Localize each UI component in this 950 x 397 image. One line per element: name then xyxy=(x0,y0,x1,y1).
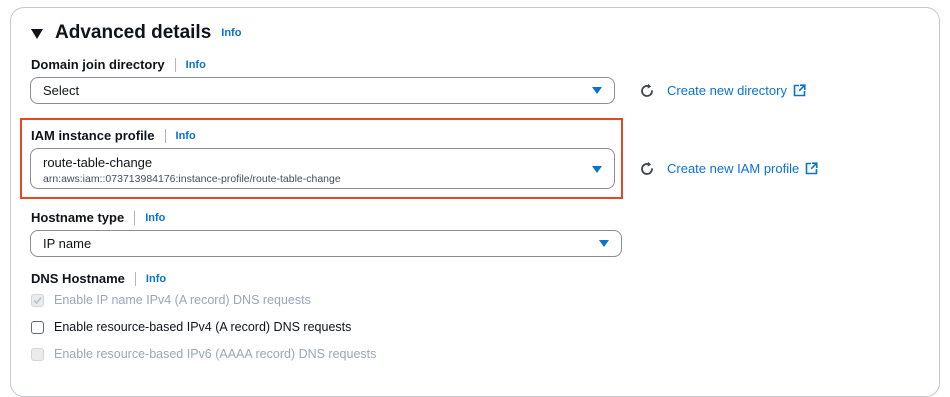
create-directory-label: Create new directory xyxy=(667,83,787,98)
dns-hostname-info-link[interactable]: Info xyxy=(146,273,166,285)
hostname-type-label-row: Hostname type Info xyxy=(31,210,165,225)
iam-profile-select-content: route-table-change arn:aws:iam::07371398… xyxy=(43,155,592,185)
iam-profile-select[interactable]: route-table-change arn:aws:iam::07371398… xyxy=(30,148,615,189)
domain-join-select[interactable]: Select xyxy=(30,77,615,104)
create-iam-profile-label: Create new IAM profile xyxy=(667,161,800,176)
caret-down-icon xyxy=(31,29,43,39)
checkbox-disabled[interactable] xyxy=(31,347,44,361)
dns-option-label: Enable resource-based IPv6 (AAAA record)… xyxy=(54,347,377,361)
domain-join-label: Domain join directory xyxy=(31,57,165,72)
create-iam-profile-link[interactable]: Create new IAM profile xyxy=(667,161,818,176)
section-info-link[interactable]: Info xyxy=(221,27,241,39)
dropdown-arrow-icon xyxy=(592,87,602,94)
domain-join-label-row: Domain join directory Info xyxy=(31,57,206,72)
external-link-icon xyxy=(805,162,818,175)
divider xyxy=(174,57,176,72)
checkmark-icon xyxy=(33,296,42,304)
divider xyxy=(134,210,136,225)
dns-option-ipv4-ip-name[interactable]: Enable IP name IPv4 (A record) DNS reque… xyxy=(31,293,311,307)
hostname-type-select[interactable]: IP name xyxy=(30,230,622,257)
hostname-type-select-value: IP name xyxy=(43,236,92,251)
section-title: Advanced details xyxy=(55,22,212,43)
dns-option-ipv6-resource[interactable]: Enable resource-based IPv6 (AAAA record)… xyxy=(31,347,376,361)
dns-option-label: Enable IP name IPv4 (A record) DNS reque… xyxy=(54,293,311,307)
divider xyxy=(134,271,136,286)
iam-profile-arn: arn:aws:iam::073713984176:instance-profi… xyxy=(43,172,341,185)
iam-profile-info-link[interactable]: Info xyxy=(176,130,196,142)
refresh-icon[interactable] xyxy=(638,82,656,100)
refresh-icon[interactable] xyxy=(638,160,656,178)
dns-option-label: Enable resource-based IPv4 (A record) DN… xyxy=(54,320,352,334)
external-link-icon xyxy=(793,84,806,97)
iam-profile-select-value: route-table-change xyxy=(43,154,153,170)
checkbox-unchecked[interactable] xyxy=(31,320,44,334)
iam-profile-label-row: IAM instance profile Info xyxy=(31,128,196,143)
domain-join-select-value: Select xyxy=(43,83,80,98)
domain-join-info-link[interactable]: Info xyxy=(186,59,206,71)
dropdown-arrow-icon xyxy=(592,166,602,173)
dns-hostname-label-row: DNS Hostname Info xyxy=(31,271,166,286)
create-directory-link[interactable]: Create new directory xyxy=(667,83,806,98)
dns-hostname-label: DNS Hostname xyxy=(31,271,125,286)
hostname-type-label: Hostname type xyxy=(31,210,125,225)
dns-option-ipv4-resource[interactable]: Enable resource-based IPv4 (A record) DN… xyxy=(31,320,351,334)
dropdown-arrow-icon xyxy=(599,240,609,247)
checkbox-checked-disabled[interactable] xyxy=(31,293,44,307)
hostname-type-info-link[interactable]: Info xyxy=(145,212,165,224)
divider xyxy=(164,128,166,143)
iam-profile-label: IAM instance profile xyxy=(31,128,155,143)
advanced-details-toggle[interactable]: Advanced details Info xyxy=(31,22,241,44)
